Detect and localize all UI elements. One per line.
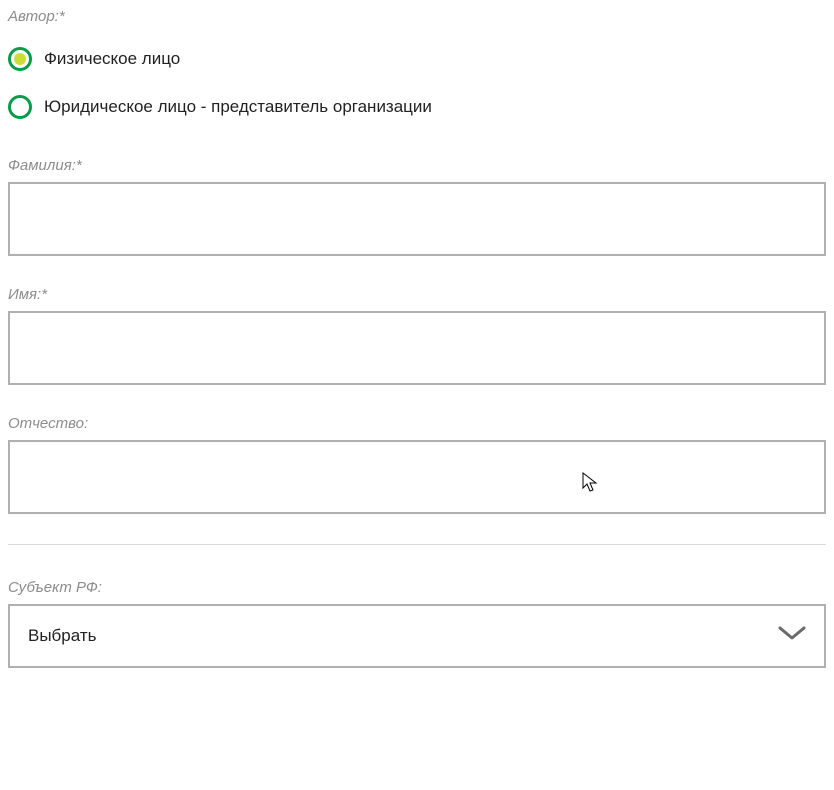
name-group: Имя:* — [8, 286, 826, 385]
patronymic-group: Отчество: — [8, 415, 826, 514]
author-section: Автор:* Физическое лицо Юридическое лицо… — [8, 8, 826, 119]
region-group: Субъект РФ: Выбрать — [8, 579, 826, 668]
region-label: Субъект РФ: — [8, 579, 826, 596]
chevron-down-icon — [778, 626, 806, 647]
region-select-value: Выбрать — [28, 626, 96, 646]
radio-legal-entity[interactable]: Юридическое лицо - представитель организ… — [8, 95, 826, 119]
radio-legal-entity-label: Юридическое лицо - представитель организ… — [44, 97, 432, 117]
author-label: Автор:* — [8, 8, 826, 25]
radio-individual-label: Физическое лицо — [44, 49, 180, 69]
surname-group: Фамилия:* — [8, 157, 826, 256]
radio-unselected-icon — [8, 95, 32, 119]
region-select[interactable]: Выбрать — [8, 604, 826, 668]
radio-selected-icon — [8, 47, 32, 71]
section-divider — [8, 544, 826, 545]
radio-individual[interactable]: Физическое лицо — [8, 47, 826, 71]
name-label: Имя:* — [8, 286, 826, 303]
patronymic-label: Отчество: — [8, 415, 826, 432]
name-input[interactable] — [8, 311, 826, 385]
patronymic-input[interactable] — [8, 440, 826, 514]
surname-input[interactable] — [8, 182, 826, 256]
surname-label: Фамилия:* — [8, 157, 826, 174]
